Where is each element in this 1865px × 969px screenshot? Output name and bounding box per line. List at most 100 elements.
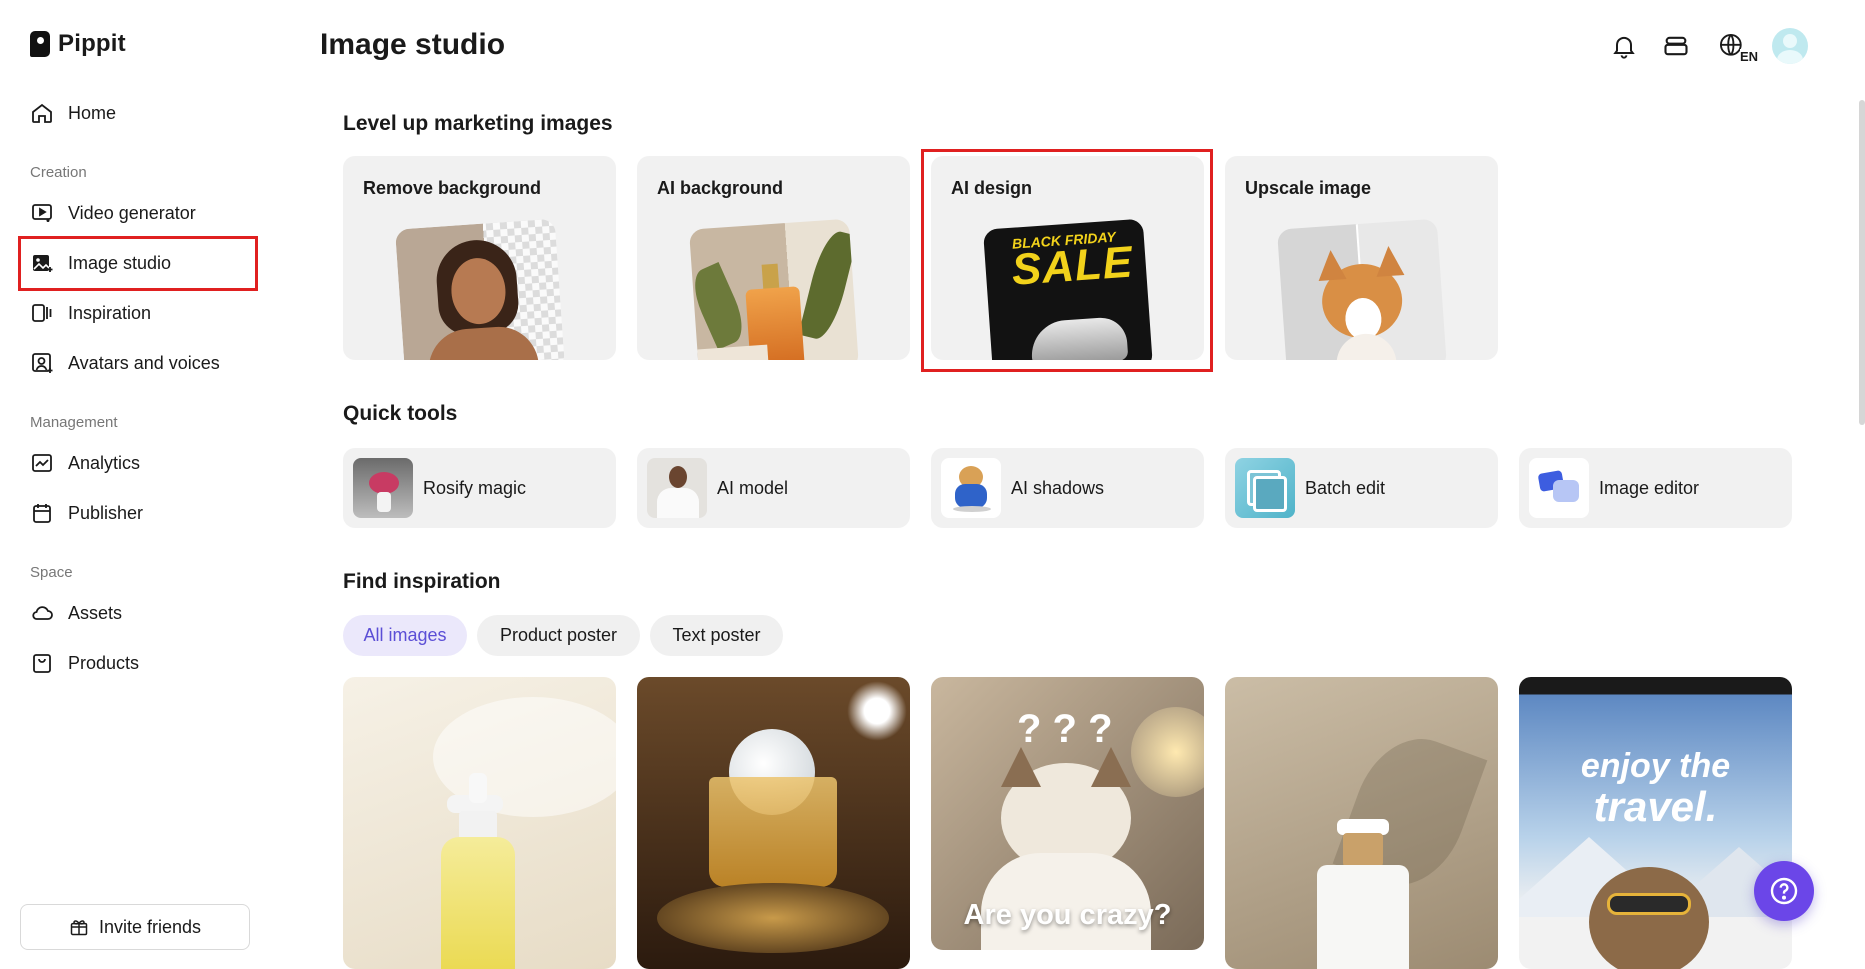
help-button[interactable] [1754, 861, 1814, 921]
inspiration-card-travel[interactable]: enjoy the travel. [1519, 677, 1792, 969]
bear-shadow [953, 506, 991, 512]
sidebar-item-analytics[interactable]: Analytics [18, 439, 258, 487]
sidebar-item-publisher[interactable]: Publisher [18, 489, 258, 537]
ai-shadows-tool[interactable]: AI shadows [931, 448, 1204, 528]
video-generator-icon [32, 204, 52, 222]
filter-product-poster[interactable]: Product poster [477, 615, 640, 656]
tool-label: Batch edit [1305, 477, 1386, 498]
bear-body [955, 484, 987, 508]
invite-friends-label: Invite friends [98, 916, 202, 937]
rosify-magic-tool[interactable]: Rosify magic [343, 448, 616, 528]
language-button[interactable]: EN [1712, 30, 1758, 64]
stacked-photo [1253, 476, 1287, 512]
sidebar-section-space: Space [30, 564, 73, 581]
corgi-ear [1316, 249, 1347, 281]
lamp-glow [1131, 707, 1204, 797]
help-icon [1770, 877, 1798, 905]
tool-label: Rosify magic [423, 477, 527, 498]
inspiration-card-lotion[interactable] [1225, 677, 1498, 969]
vase-shape [377, 492, 391, 512]
ai-model-thumbnail [647, 458, 707, 518]
sidebar-item-label: Video generator [68, 202, 196, 223]
sidebar: Pippit Home Creation Video generator Ima… [0, 0, 270, 969]
sidebar-item-inspiration[interactable]: Inspiration [18, 289, 258, 337]
card-label: Upscale image [1245, 178, 1372, 198]
credits-button[interactable] [1660, 30, 1692, 62]
ai-design-highlight [921, 149, 1213, 372]
model-shirt [657, 488, 699, 518]
inspiration-icon [32, 304, 52, 322]
sidebar-item-products[interactable]: Products [18, 639, 258, 687]
active-item-highlight [18, 236, 258, 291]
reflection-pool [657, 883, 889, 953]
bottle-cap [761, 263, 779, 291]
batch-edit-thumbnail [1235, 458, 1295, 518]
sidebar-section-creation: Creation [30, 164, 87, 181]
card-label: AI background [657, 178, 784, 198]
sidebar-section-management: Management [30, 414, 118, 431]
sidebar-item-label: Inspiration [68, 302, 152, 323]
bag-icon [33, 654, 51, 673]
remove-background-card[interactable]: Remove background [343, 156, 616, 360]
sidebar-item-video-generator[interactable]: Video generator [18, 189, 258, 237]
cat-ear [1001, 747, 1041, 787]
sidebar-item-home[interactable]: Home [18, 89, 258, 137]
inspiration-card-whisky[interactable] [637, 677, 910, 969]
bell-icon [1613, 36, 1635, 59]
ai-background-card[interactable]: AI background [637, 156, 910, 360]
image-editor-thumbnail [1529, 458, 1589, 518]
batch-edit-tool[interactable]: Batch edit [1225, 448, 1498, 528]
filter-all-images[interactable]: All images [343, 615, 467, 656]
tool-label: Image editor [1599, 477, 1700, 498]
logo-mark-icon [30, 31, 50, 57]
app-root: Pippit Home Creation Video generator Ima… [0, 0, 1865, 969]
logo[interactable]: Pippit [30, 30, 126, 58]
inspiration-card-serum[interactable] [343, 677, 616, 969]
stack-icon [1664, 36, 1688, 56]
cloud-icon [32, 606, 53, 620]
inspiration-title: Find inspiration [343, 570, 501, 593]
editor-shape [1553, 480, 1579, 502]
image-editor-tool[interactable]: Image editor [1519, 448, 1792, 528]
sidebar-item-avatars-voices[interactable]: Avatars and voices [18, 339, 258, 387]
sidebar-item-assets[interactable]: Assets [18, 589, 258, 637]
sidebar-item-label: Avatars and voices [68, 352, 220, 373]
sidebar-item-label: Analytics [68, 452, 141, 473]
language-code: EN [1739, 49, 1758, 64]
user-avatar[interactable] [1772, 28, 1808, 64]
inspiration-card-cat[interactable]: ? ? ? Are you crazy? [931, 677, 1204, 950]
serum-bottle [441, 837, 515, 969]
model-head [669, 466, 687, 488]
filter-text-poster[interactable]: Text poster [650, 615, 783, 656]
calendar-icon [33, 504, 51, 523]
rose-shape [369, 472, 399, 494]
travel-text-line2: travel. [1593, 783, 1718, 830]
travel-text-line1: enjoy the [1580, 747, 1731, 785]
corgi-body [1334, 331, 1398, 360]
analytics-icon [32, 454, 52, 472]
avatar-icon [32, 353, 53, 373]
blossom [847, 681, 907, 741]
cat-caption: Are you crazy? [963, 899, 1172, 931]
notification-button[interactable] [1608, 30, 1640, 62]
ai-model-tool[interactable]: AI model [637, 448, 910, 528]
sidebar-item-label: Publisher [68, 502, 144, 523]
pedestal [696, 344, 770, 360]
lotion-bottle [1317, 865, 1409, 969]
upscale-image-preview [1276, 218, 1447, 360]
question-marks: ? ? ? [1017, 707, 1113, 751]
marmot-head [1589, 867, 1709, 969]
page-title: Image studio [320, 28, 506, 61]
leaf-shape [688, 262, 751, 350]
shoulders-shape [425, 324, 540, 360]
page-scrollbar[interactable] [1859, 100, 1865, 425]
sidebar-item-label: Products [68, 652, 140, 673]
remove-background-preview [394, 218, 565, 360]
invite-friends-button[interactable]: Invite friends [20, 904, 250, 950]
ai-shadows-thumbnail [941, 458, 1001, 518]
card-label: Remove background [363, 178, 542, 198]
tool-label: AI shadows [1011, 477, 1105, 498]
home-icon [32, 103, 52, 123]
upscale-image-card[interactable]: Upscale image [1225, 156, 1498, 360]
pump-neck [469, 773, 487, 803]
